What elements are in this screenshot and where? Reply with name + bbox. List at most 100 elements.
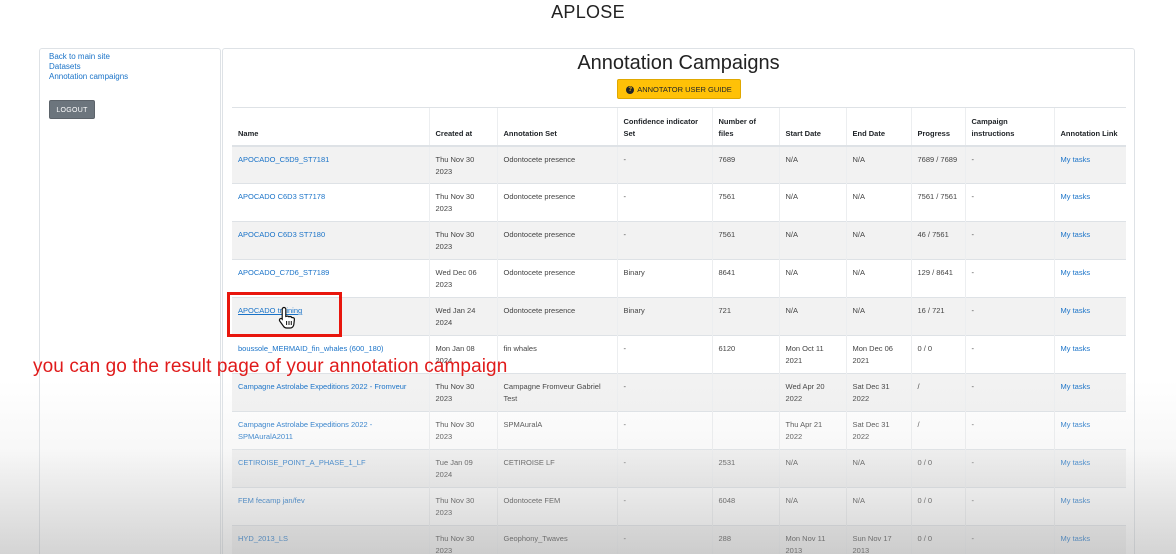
cell-instructions: - (964, 145, 1054, 184)
cell-annotation-set: Campagne Fromveur Gabriel Test (496, 373, 617, 412)
table-row: FEM fecamp jan/fev Thu Nov 30 2023 Odontoc… (232, 487, 1126, 526)
cell-start: N/A (778, 221, 846, 260)
cell-start: N/A (778, 183, 846, 222)
table-row: Campagne Astrolabe Expeditions 2022 - SP… (232, 411, 1126, 450)
cell-annotation-set: Odontocete presence (496, 297, 617, 336)
table-row: APOCADO_C5D9_ST7181 Thu Nov 30 2023 Odonto… (232, 145, 1126, 184)
campaign-name-link[interactable]: APOCADO_C5D9_ST7181 (238, 155, 329, 164)
cell-confidence: - (616, 335, 712, 374)
my-tasks-link[interactable]: My tasks (1061, 155, 1091, 164)
campaigns-table: Name Created at Annotation Set Confidenc… (232, 107, 1126, 554)
cell-annotation-set: Odontocete FEM (496, 487, 617, 526)
campaign-name-link[interactable]: CETIROISE_POINT_A_PHASE_1_LF (238, 458, 366, 467)
cell-annotation-set: Geophony_Twaves (496, 525, 617, 554)
cell-name: HYD_2013_LS (232, 525, 429, 554)
cell-files: 2531 (711, 449, 779, 488)
cell-files: 6120 (711, 335, 779, 374)
sidebar-link-annotation-campaigns[interactable]: Annotation campaigns (49, 72, 220, 82)
campaign-name-link[interactable]: boussole_MERMAID_fin_whales (600_180) (238, 344, 384, 353)
my-tasks-link[interactable]: My tasks (1061, 458, 1091, 467)
table-row: Campagne Astrolabe Expeditions 2022 - Fr… (232, 373, 1126, 412)
sidebar: Back to main site Datasets Annotation ca… (39, 48, 221, 554)
cell-start: N/A (778, 449, 846, 488)
cell-end: Mon Dec 06 2021 (845, 335, 911, 374)
cell-instructions: - (964, 487, 1054, 526)
campaign-name-link[interactable]: Campagne Astrolabe Expeditions 2022 - Fr… (238, 382, 406, 391)
sidebar-link-datasets[interactable]: Datasets (49, 62, 220, 72)
cell-link: My tasks (1053, 145, 1126, 184)
cell-confidence: - (616, 487, 712, 526)
cell-files: 7561 (711, 183, 779, 222)
guide-button-label: ANNOTATOR USER GUIDE (637, 85, 732, 94)
cell-end: N/A (845, 297, 911, 336)
hand-pointer-icon (278, 306, 296, 329)
overlay-caption: you can go the result page of your annot… (33, 356, 508, 377)
cell-progress: 0 / 0 (910, 449, 965, 488)
cell-files: 721 (711, 297, 779, 336)
campaign-name-link[interactable]: HYD_2013_LS (238, 534, 288, 543)
logout-button[interactable]: LOGOUT (49, 100, 95, 119)
table-row: APOCADO C6D3 ST7180 Thu Nov 30 2023 Odonto… (232, 221, 1126, 260)
cell-files: 7689 (711, 145, 779, 184)
campaign-name-link[interactable]: Campagne Astrolabe Expeditions 2022 - SP… (238, 420, 372, 441)
cell-link: My tasks (1053, 373, 1126, 412)
my-tasks-link[interactable]: My tasks (1061, 306, 1091, 315)
cell-link: My tasks (1053, 297, 1126, 336)
col-header-end: End Date (845, 107, 911, 147)
my-tasks-link[interactable]: My tasks (1061, 344, 1091, 353)
annotator-user-guide-button[interactable]: ? ANNOTATOR USER GUIDE (617, 79, 741, 99)
cell-name: APOCADO_C5D9_ST7181 (232, 145, 429, 184)
cell-link: My tasks (1053, 449, 1126, 488)
col-header-progress: Progress (910, 107, 965, 147)
my-tasks-link[interactable]: My tasks (1061, 268, 1091, 277)
cell-start: N/A (778, 145, 846, 184)
campaign-name-link[interactable]: APOCADO C6D3 ST7180 (238, 230, 325, 239)
cell-name: APOCADO C6D3 ST7180 (232, 221, 429, 260)
cell-confidence: Binary (616, 297, 712, 336)
cell-annotation-set: Odontocete presence (496, 221, 617, 260)
cell-confidence: - (616, 449, 712, 488)
my-tasks-link[interactable]: My tasks (1061, 230, 1091, 239)
campaigns-table-body: APOCADO_C5D9_ST7181 Thu Nov 30 2023 Odonto… (232, 145, 1126, 554)
cell-link: My tasks (1053, 221, 1126, 260)
col-header-files: Number of files (711, 107, 779, 147)
sidebar-link-main-site[interactable]: Back to main site (49, 52, 220, 62)
app-title: APLOSE (551, 2, 625, 22)
cell-instructions: - (964, 183, 1054, 222)
cell-files (711, 373, 779, 412)
cell-end: N/A (845, 183, 911, 222)
cell-end: Sun Nov 17 2013 (845, 525, 911, 554)
cell-end: N/A (845, 487, 911, 526)
cell-link: My tasks (1053, 183, 1126, 222)
campaign-name-link[interactable]: APOCADO C6D3 ST7178 (238, 192, 325, 201)
cell-start: N/A (778, 487, 846, 526)
campaign-name-link[interactable]: APOCADO_C7D6_ST7189 (238, 268, 329, 277)
col-header-confidence: Confidence indicator Set (616, 107, 712, 147)
my-tasks-link[interactable]: My tasks (1061, 192, 1091, 201)
cell-progress: / (910, 373, 965, 412)
cell-instructions: - (964, 373, 1054, 412)
my-tasks-link[interactable]: My tasks (1061, 496, 1091, 505)
cell-instructions: - (964, 259, 1054, 298)
cell-name: FEM fecamp jan/fev (232, 487, 429, 526)
col-header-start: Start Date (778, 107, 846, 147)
cell-created: Thu Nov 30 2023 (428, 221, 497, 260)
cell-instructions: - (964, 411, 1054, 450)
campaign-name-link[interactable]: FEM fecamp jan/fev (238, 496, 305, 505)
cell-start: Mon Nov 11 2013 (778, 525, 846, 554)
cell-end: Sat Dec 31 2022 (845, 411, 911, 450)
my-tasks-link[interactable]: My tasks (1061, 420, 1091, 429)
cell-instructions: - (964, 297, 1054, 336)
cell-end: Sat Dec 31 2022 (845, 373, 911, 412)
my-tasks-link[interactable]: My tasks (1061, 534, 1091, 543)
my-tasks-link[interactable]: My tasks (1061, 382, 1091, 391)
cell-end: N/A (845, 221, 911, 260)
cell-created: Wed Jan 24 2024 (428, 297, 497, 336)
cell-name: CETIROISE_POINT_A_PHASE_1_LF (232, 449, 429, 488)
cell-files: 7561 (711, 221, 779, 260)
table-row: APOCADO C6D3 ST7178 Thu Nov 30 2023 Odonto… (232, 183, 1126, 222)
cell-created: Thu Nov 30 2023 (428, 373, 497, 412)
cell-link: My tasks (1053, 525, 1126, 554)
cell-name: APOCADO C6D3 ST7178 (232, 183, 429, 222)
cell-confidence: - (616, 373, 712, 412)
